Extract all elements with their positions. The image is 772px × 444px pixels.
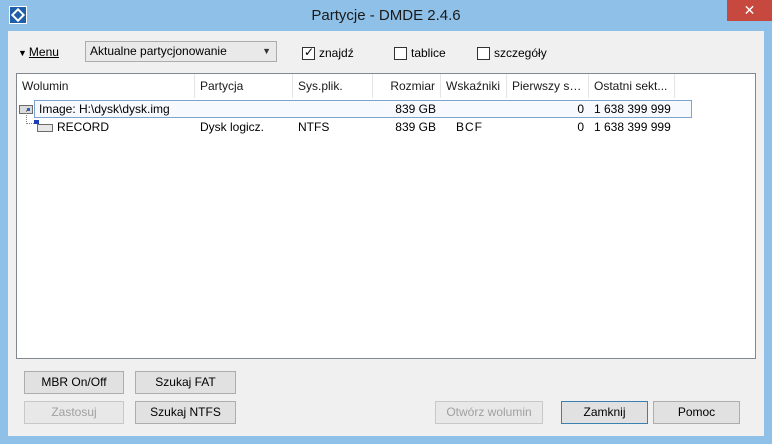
help-button[interactable]: Pomoc — [653, 401, 740, 424]
logical-volume-icon — [34, 120, 53, 132]
row-size: 839 GB — [395, 102, 436, 116]
column-header-volume[interactable]: Wolumin — [17, 74, 195, 98]
column-header-size[interactable]: Rozmiar — [373, 74, 441, 98]
details-checkbox-box[interactable] — [477, 47, 490, 60]
row-first-sector: 0 — [577, 102, 584, 116]
menu-label: Menu — [28, 45, 59, 59]
find-checkbox-label: znajdź — [319, 46, 354, 60]
close-window-button[interactable]: ✕ — [727, 0, 772, 21]
table-row[interactable]: RECORD Dysk logicz. NTFS 839 GB BCF 0 1 … — [17, 117, 755, 137]
row-size: 839 GB — [395, 120, 436, 134]
row-last-sector: 1 638 399 999 — [594, 102, 671, 116]
dmde-partitions-window: Partycje - DMDE 2.4.6 ✕ ▼ Menu Aktualne p… — [0, 0, 772, 444]
menu-arrow-icon: ▼ — [18, 48, 27, 58]
details-checkbox-label: szczegóły — [494, 46, 547, 60]
column-header-partition[interactable]: Partycja — [195, 74, 293, 98]
tables-checkbox-box[interactable] — [394, 47, 407, 60]
partition-list[interactable]: Wolumin Partycja Sys.plik. Rozmiar Wskaź… — [16, 73, 756, 359]
find-checkbox-box[interactable] — [302, 45, 315, 60]
row-first-sector: 0 — [577, 120, 584, 134]
column-header-flags[interactable]: Wskaźniki — [441, 74, 507, 98]
apply-button[interactable]: Zastosuj — [24, 401, 124, 424]
table-row[interactable]: Image: H:\dysk\dysk.img 839 GB 0 1 638 3… — [17, 99, 755, 119]
menu-button[interactable]: ▼ Menu — [14, 43, 63, 61]
search-ntfs-button[interactable]: Szukaj NTFS — [135, 401, 236, 424]
chevron-down-icon: ▼ — [262, 46, 271, 56]
row-partition: Dysk logicz. — [200, 120, 265, 134]
list-header: Wolumin Partycja Sys.plik. Rozmiar Wskaź… — [17, 74, 755, 98]
partitioning-view-select[interactable]: Aktualne partycjonowanie ▼ — [85, 41, 277, 62]
title-bar[interactable]: Partycje - DMDE 2.4.6 ✕ — [0, 0, 772, 31]
column-header-first-sector[interactable]: Pierwszy se... — [507, 74, 589, 98]
row-last-sector: 1 638 399 999 — [594, 120, 671, 134]
close-button[interactable]: Zamknij — [561, 401, 648, 424]
window-title: Partycje - DMDE 2.4.6 — [311, 7, 461, 24]
partitioning-view-value: Aktualne partycjonowanie — [90, 44, 227, 58]
mbr-toggle-button[interactable]: MBR On/Off — [24, 371, 124, 394]
open-volume-button[interactable]: Otwórz wolumin — [435, 401, 543, 424]
dialog-client-area: ▼Menu Aktualne partycjonowanie ▼ znajdź … — [8, 31, 764, 436]
row-filesystem: NTFS — [298, 120, 330, 134]
column-header-filesystem[interactable]: Sys.plik. — [293, 74, 373, 98]
tables-checkbox-label: tablice — [411, 46, 446, 60]
column-header-last-sector[interactable]: Ostatni sekt... — [589, 74, 675, 98]
search-fat-button[interactable]: Szukaj FAT — [135, 371, 236, 394]
row-volume: RECORD — [57, 120, 110, 134]
row-flags: BCF — [456, 120, 483, 134]
row-volume: Image: H:\dysk\dysk.img — [39, 102, 170, 116]
